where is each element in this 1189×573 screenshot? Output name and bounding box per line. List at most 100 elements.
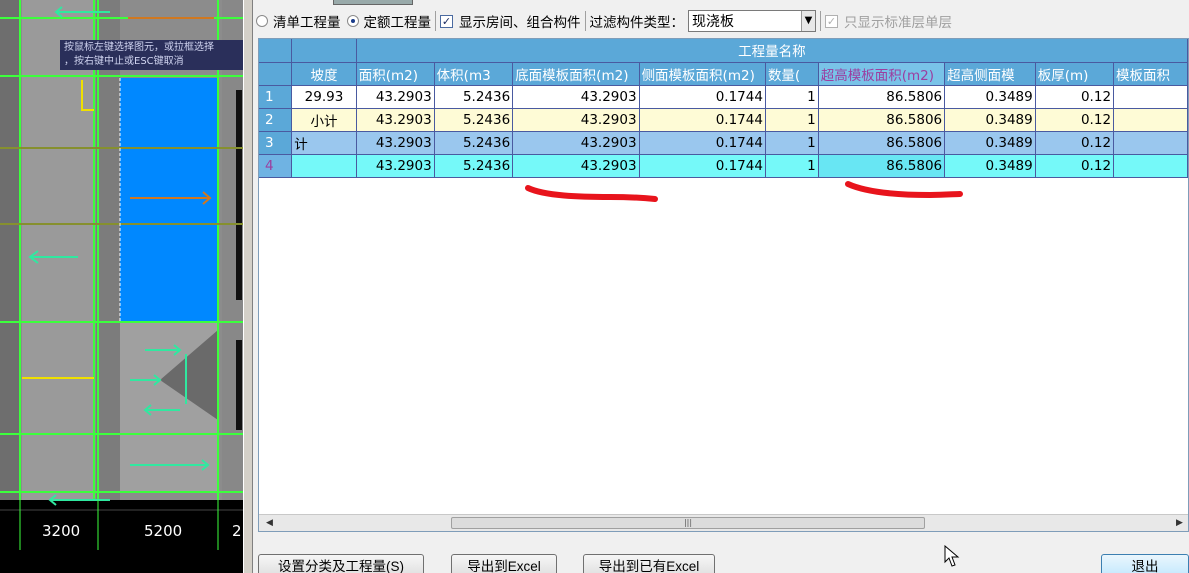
export-excel-button[interactable]: 导出到Excel bbox=[451, 554, 557, 573]
cell-count[interactable]: 1 bbox=[765, 154, 819, 178]
table-row[interactable]: 1 29.93 43.2903 5.2436 43.2903 0.1744 1 … bbox=[259, 85, 1188, 109]
cad-hint-line1: 按鼠标左键选择图元，或拉框选择 bbox=[64, 42, 214, 53]
filter-select-value: 现浇板 bbox=[692, 14, 734, 30]
exit-button[interactable]: 退出 bbox=[1101, 554, 1189, 573]
scroll-left-icon[interactable]: ◀ bbox=[261, 515, 278, 531]
cell-volume[interactable]: 5.2436 bbox=[434, 85, 514, 109]
table-row[interactable]: 2 小计 43.2903 5.2436 43.2903 0.1744 1 86.… bbox=[259, 108, 1188, 132]
corner-cell bbox=[259, 39, 293, 63]
cell-area[interactable]: 43.2903 bbox=[356, 85, 435, 109]
quantity-grid[interactable]: 工程量名称 坡度 面积(m2) 体积(m3 底面模板面积(m2) 侧面模板面积(… bbox=[258, 38, 1189, 532]
cell-overheight-formwork[interactable]: 86.5806 bbox=[818, 154, 946, 178]
cell-bottom-formwork[interactable]: 43.2903 bbox=[512, 131, 640, 155]
cell-thickness[interactable]: 0.12 bbox=[1035, 108, 1115, 132]
dimension-label: 5200 bbox=[144, 522, 183, 540]
cell-bottom-formwork[interactable]: 43.2903 bbox=[512, 154, 640, 178]
header-blank bbox=[291, 39, 357, 63]
cell-overheight-formwork[interactable]: 86.5806 bbox=[818, 85, 946, 109]
set-category-button[interactable]: 设置分类及工程量(S) bbox=[258, 554, 424, 573]
dimension-label: 3200 bbox=[42, 522, 81, 540]
cell-volume[interactable]: 5.2436 bbox=[434, 154, 514, 178]
cell-slope[interactable]: 计 bbox=[291, 131, 357, 155]
cell-count[interactable]: 1 bbox=[765, 108, 819, 132]
cell-overheight-side[interactable]: 0.3489 bbox=[944, 154, 1036, 178]
toolbar-separator bbox=[435, 11, 436, 31]
toolbar: 清单工程量 定额工程量 ✓ 显示房间、组合构件 过滤构件类型： 现浇板 ▼ ✓ … bbox=[253, 8, 1189, 34]
only-standard-checkbox[interactable]: ✓ 只显示标准层单层 bbox=[825, 11, 952, 31]
cell-formwork-area[interactable] bbox=[1113, 85, 1188, 109]
cell-count[interactable]: 1 bbox=[765, 85, 819, 109]
column-header[interactable]: 模板面积 bbox=[1113, 62, 1188, 86]
cell-side-formwork[interactable]: 0.1744 bbox=[639, 154, 766, 178]
radio-circle-selected bbox=[346, 15, 359, 27]
cell-formwork-area[interactable] bbox=[1113, 154, 1188, 178]
cell-count[interactable]: 1 bbox=[765, 131, 819, 155]
group-header: 工程量名称 bbox=[356, 39, 1188, 63]
scrollbar-thumb[interactable]: ||| bbox=[451, 517, 925, 529]
row-number[interactable]: 3 bbox=[259, 131, 293, 155]
checkbox-disabled-icon: ✓ bbox=[825, 14, 838, 28]
cell-slope[interactable]: 小计 bbox=[291, 108, 357, 132]
cell-thickness[interactable]: 0.12 bbox=[1035, 154, 1115, 178]
cell-thickness[interactable]: 0.12 bbox=[1035, 85, 1115, 109]
scroll-right-icon[interactable]: ▶ bbox=[1171, 515, 1188, 531]
cell-overheight-side[interactable]: 0.3489 bbox=[944, 108, 1036, 132]
cell-overheight-formwork[interactable]: 86.5806 bbox=[818, 108, 946, 132]
cell-overheight-side[interactable]: 0.3489 bbox=[944, 131, 1036, 155]
panel-splitter[interactable] bbox=[243, 0, 253, 573]
cell-overheight-side[interactable]: 0.3489 bbox=[944, 85, 1036, 109]
cell-area[interactable]: 43.2903 bbox=[356, 131, 435, 155]
cell-formwork-area[interactable] bbox=[1113, 108, 1188, 132]
cad-hint-tooltip: 按鼠标左键选择图元，或拉框选择 ，按右键中止或ESC键取消 bbox=[60, 40, 243, 70]
column-header[interactable]: 底面模板面积(m2) bbox=[512, 62, 640, 86]
cell-side-formwork[interactable]: 0.1744 bbox=[639, 85, 766, 109]
cell-formwork-area[interactable] bbox=[1113, 131, 1188, 155]
row-number[interactable]: 4 bbox=[259, 154, 293, 178]
cell-slope[interactable] bbox=[291, 154, 357, 178]
column-header-highlighted[interactable]: 超高模板面积(m2) bbox=[818, 62, 946, 86]
export-existing-excel-button[interactable]: 导出到已有Excel bbox=[583, 554, 715, 573]
column-header[interactable]: 板厚(m) bbox=[1035, 62, 1115, 86]
radio-quota-label: 定额工程量 bbox=[363, 15, 432, 31]
column-header[interactable]: 侧面模板面积(m2) bbox=[639, 62, 766, 86]
cell-thickness[interactable]: 0.12 bbox=[1035, 131, 1115, 155]
radio-quota-quantity[interactable]: 定额工程量 bbox=[346, 11, 432, 31]
cell-side-formwork[interactable]: 0.1744 bbox=[639, 131, 766, 155]
radio-circle bbox=[256, 15, 268, 27]
row-number[interactable]: 2 bbox=[259, 108, 293, 132]
table-row-selected[interactable]: 4 43.2903 5.2436 43.2903 0.1744 1 86.580… bbox=[259, 154, 1188, 178]
toolbar-separator bbox=[584, 11, 586, 31]
quantity-panel: 清单工程量 定额工程量 ✓ 显示房间、组合构件 过滤构件类型： 现浇板 ▼ ✓ … bbox=[253, 0, 1189, 573]
radio-list-quantity[interactable]: 清单工程量 bbox=[256, 11, 341, 31]
column-header[interactable]: 面积(m2) bbox=[356, 62, 435, 86]
toolbar-separator bbox=[820, 11, 821, 31]
column-header[interactable]: 超高侧面模 bbox=[944, 62, 1036, 86]
column-header[interactable]: 体积(m3 bbox=[434, 62, 514, 86]
only-standard-label: 只显示标准层单层 bbox=[844, 15, 952, 31]
column-header[interactable]: 数量( bbox=[765, 62, 819, 86]
cell-slope[interactable]: 29.93 bbox=[291, 85, 357, 109]
cell-bottom-formwork[interactable]: 43.2903 bbox=[512, 85, 640, 109]
top-tab[interactable] bbox=[333, 0, 413, 5]
cell-bottom-formwork[interactable]: 43.2903 bbox=[512, 108, 640, 132]
show-rooms-label: 显示房间、组合构件 bbox=[459, 15, 581, 31]
dropdown-arrow-icon[interactable]: ▼ bbox=[801, 11, 815, 31]
filter-type-select[interactable]: 现浇板 ▼ bbox=[688, 10, 816, 32]
cell-volume[interactable]: 5.2436 bbox=[434, 108, 514, 132]
cad-drawing bbox=[0, 0, 243, 550]
cell-volume[interactable]: 5.2436 bbox=[434, 131, 514, 155]
cell-area[interactable]: 43.2903 bbox=[356, 108, 435, 132]
row-number[interactable]: 1 bbox=[259, 85, 293, 109]
cell-side-formwork[interactable]: 0.1744 bbox=[639, 108, 766, 132]
cad-hint-line2: ，按右键中止或ESC键取消 bbox=[64, 56, 184, 67]
column-header[interactable]: 坡度 bbox=[291, 62, 357, 86]
filter-label: 过滤构件类型： bbox=[589, 15, 685, 31]
show-rooms-checkbox[interactable]: ✓ 显示房间、组合构件 bbox=[440, 11, 581, 31]
corner-cell bbox=[259, 62, 293, 86]
cell-area[interactable]: 43.2903 bbox=[356, 154, 435, 178]
cad-canvas[interactable]: 按鼠标左键选择图元，或拉框选择 ，按右键中止或ESC键取消 3200 5200 … bbox=[0, 0, 243, 573]
horizontal-scrollbar[interactable]: ◀ ||| ▶ bbox=[259, 514, 1188, 531]
cell-overheight-formwork[interactable]: 86.5806 bbox=[818, 131, 946, 155]
dimension-label: 2 bbox=[232, 522, 242, 540]
table-row[interactable]: 3 计 43.2903 5.2436 43.2903 0.1744 1 86.5… bbox=[259, 131, 1188, 155]
